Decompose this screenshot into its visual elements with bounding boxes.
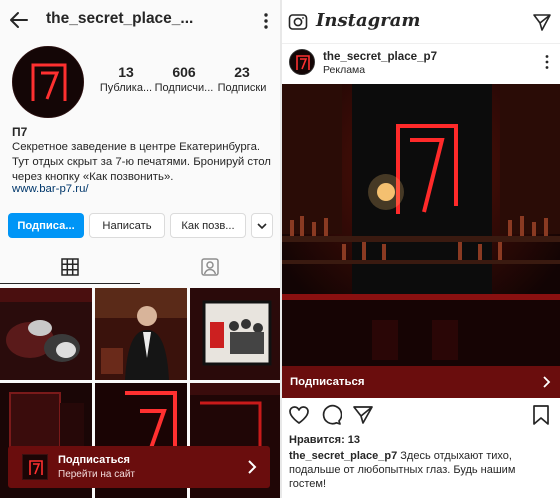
call-button[interactable]: Как позв... bbox=[170, 213, 246, 238]
app-title: Instagram bbox=[316, 10, 421, 31]
feed-screen: Instagram the_secret_place_p7 Реклама По… bbox=[282, 0, 560, 498]
post-image bbox=[95, 288, 187, 380]
profile-header: the_secret_place_... bbox=[0, 0, 280, 40]
post-sponsored-label: Реклама bbox=[323, 64, 366, 76]
feed-header: Instagram bbox=[282, 0, 560, 44]
message-button[interactable]: Написать bbox=[89, 213, 165, 238]
ad-follow-subtitle: Перейти на сайт bbox=[58, 469, 135, 480]
comment-icon[interactable] bbox=[320, 404, 342, 426]
grid-icon bbox=[61, 257, 79, 276]
profile-screen: the_secret_place_... 13 Публика... 606 П… bbox=[0, 0, 280, 498]
stat-followers-label: Подписчи... bbox=[154, 82, 214, 94]
p7-logo-icon bbox=[13, 47, 83, 117]
ad-follow-bar[interactable]: Подписаться Перейти на сайт bbox=[8, 446, 270, 488]
more-options-icon[interactable] bbox=[544, 54, 550, 70]
tab-grid[interactable] bbox=[0, 250, 140, 284]
screenshot-root: the_secret_place_... 13 Публика... 606 П… bbox=[0, 0, 560, 498]
likes-count[interactable]: Нравится: 13 bbox=[289, 434, 360, 446]
subscribe-button[interactable]: Подписа... bbox=[8, 213, 84, 238]
chevron-down-icon bbox=[257, 222, 267, 229]
direct-message-icon[interactable] bbox=[532, 12, 552, 32]
post-actions bbox=[282, 402, 560, 430]
more-options-icon[interactable] bbox=[262, 12, 270, 30]
grid-post-2[interactable] bbox=[95, 288, 187, 380]
tagged-icon bbox=[201, 258, 219, 276]
post-caption: the_secret_place_p7 Здесь отдыхают тихо,… bbox=[289, 449, 555, 491]
stat-posts-value: 13 bbox=[118, 64, 134, 80]
post-image bbox=[190, 288, 280, 380]
ad-thumbnail bbox=[22, 454, 48, 480]
back-arrow-icon[interactable] bbox=[8, 9, 30, 31]
stat-followers[interactable]: 606 Подписчи... bbox=[152, 64, 216, 94]
profile-tabs bbox=[0, 250, 280, 284]
share-icon[interactable] bbox=[352, 404, 374, 426]
profile-name: П7 bbox=[12, 125, 28, 139]
post-image bbox=[0, 288, 92, 380]
stat-posts-label: Публика... bbox=[99, 82, 153, 94]
stat-followers-value: 606 bbox=[172, 64, 196, 80]
profile-bio: Секретное заведение в центре Екатеринбур… bbox=[12, 141, 271, 183]
profile-username: the_secret_place_... bbox=[46, 10, 194, 27]
post-avatar[interactable] bbox=[289, 49, 315, 75]
heart-icon[interactable] bbox=[288, 404, 310, 426]
stat-posts[interactable]: 13 Публика... bbox=[96, 64, 156, 94]
stat-following-value: 23 bbox=[234, 64, 250, 80]
grid-post-3[interactable] bbox=[190, 288, 280, 380]
post-follow-cta[interactable]: Подписаться bbox=[282, 366, 560, 398]
p7-logo-icon bbox=[290, 50, 314, 74]
stat-following[interactable]: 23 Подписки bbox=[214, 64, 270, 94]
bar-photo bbox=[282, 84, 560, 370]
post-image[interactable] bbox=[282, 84, 560, 370]
profile-website-link[interactable]: www.bar-p7.ru/ bbox=[12, 183, 89, 195]
chevron-right-icon bbox=[543, 376, 551, 388]
post-username[interactable]: the_secret_place_p7 bbox=[323, 50, 437, 63]
post-header: the_secret_place_p7 Реклама bbox=[282, 44, 560, 84]
camera-icon[interactable] bbox=[288, 12, 308, 32]
stat-following-label: Подписки bbox=[217, 82, 267, 94]
chevron-right-icon bbox=[248, 460, 257, 474]
bookmark-icon[interactable] bbox=[530, 404, 552, 426]
profile-avatar[interactable] bbox=[12, 46, 84, 118]
suggestions-button[interactable] bbox=[251, 213, 273, 238]
grid-post-1[interactable] bbox=[0, 288, 92, 380]
p7-logo-icon bbox=[29, 460, 43, 475]
ad-follow-title: Подписаться bbox=[58, 454, 130, 466]
caption-username[interactable]: the_secret_place_p7 bbox=[289, 450, 397, 462]
post-follow-cta-label: Подписаться bbox=[290, 376, 365, 388]
tab-tagged[interactable] bbox=[140, 250, 280, 284]
